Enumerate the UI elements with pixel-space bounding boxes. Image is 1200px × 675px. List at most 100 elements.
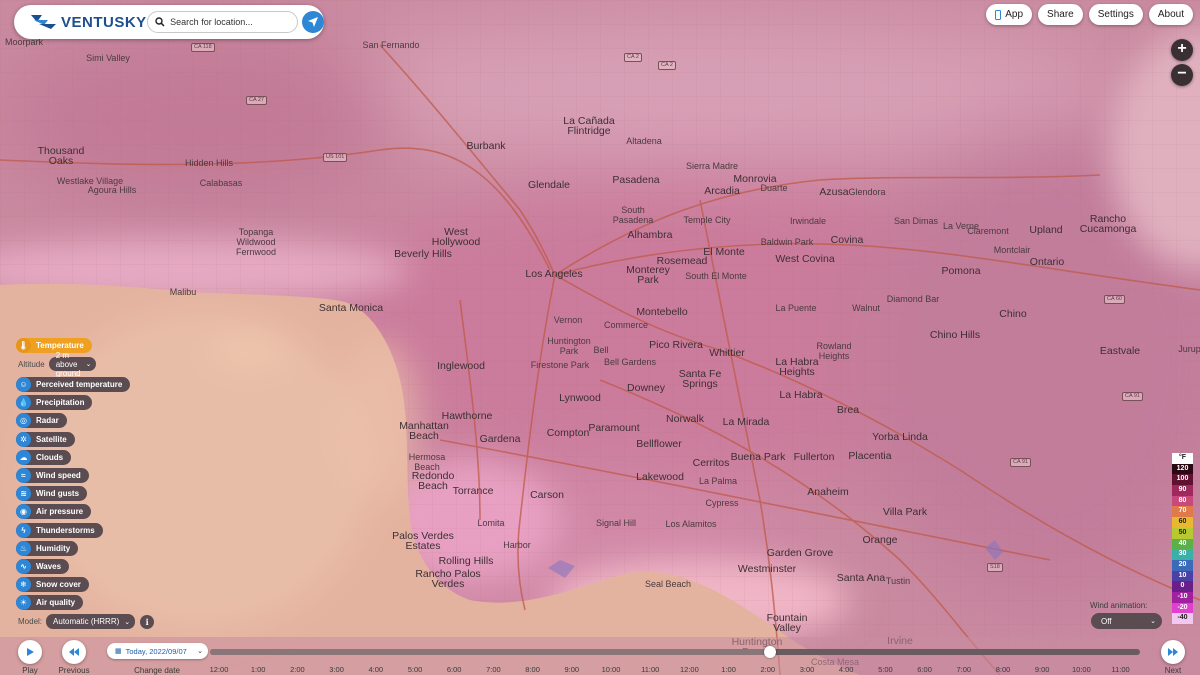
layer-precipitation[interactable]: 💧 Precipitation — [16, 395, 93, 411]
time-tick[interactable]: 12:00 — [210, 665, 229, 674]
layer-humidity[interactable]: ♨ Humidity — [16, 540, 79, 556]
chevron-down-icon: ⌄ — [124, 618, 131, 626]
time-slider-thumb[interactable] — [763, 646, 776, 658]
layer-snow-cover[interactable]: ❄ Snow cover — [16, 577, 89, 593]
map-place-label: La Habra — [779, 389, 823, 401]
layer-label: Air quality — [36, 598, 76, 608]
time-tick[interactable]: 6:00 — [447, 665, 462, 674]
layer-radar[interactable]: ◎ Radar — [16, 413, 67, 429]
time-tick[interactable]: 2:00 — [290, 665, 305, 674]
time-tick[interactable]: 5:00 — [878, 665, 893, 674]
altitude-select[interactable]: 2 m above ground ⌄ — [48, 351, 97, 378]
map-place-label: Altadena — [626, 136, 662, 146]
time-tick[interactable]: 12:00 — [680, 665, 699, 674]
layer-label: Thunderstorms — [36, 525, 95, 535]
zoom-in-button[interactable]: + — [1171, 39, 1193, 61]
map-place-label: Sierra Madre — [685, 161, 739, 171]
layer-clouds[interactable]: ☁ Clouds — [16, 449, 72, 465]
layer-air-pressure[interactable]: ◉ Air pressure — [16, 504, 92, 520]
time-slider-track[interactable] — [210, 649, 1140, 655]
date-value: Today, 2022/09/07 — [125, 646, 187, 656]
map-place-label: Los Alamitos — [665, 519, 717, 529]
time-tick[interactable]: 10:00 — [1072, 665, 1091, 674]
layer-label: Perceived temperature — [36, 380, 123, 389]
time-tick[interactable]: 11:00 — [1111, 665, 1129, 674]
time-slider-progress — [210, 649, 770, 655]
layer-icon: ◉ — [16, 504, 31, 520]
layer-wind-speed[interactable]: ≈ Wind speed — [16, 468, 89, 483]
time-tick[interactable]: 1:00 — [251, 665, 266, 674]
map-place-label: La Habra Heights — [775, 356, 819, 378]
layer-label: Clouds — [36, 452, 64, 462]
about-button[interactable]: About — [1148, 4, 1193, 25]
wind-animation-select[interactable]: Off ⌄ — [1091, 613, 1162, 629]
search-box[interactable] — [147, 11, 299, 33]
settings-button[interactable]: Settings — [1088, 4, 1143, 25]
info-button[interactable]: i — [140, 614, 155, 629]
time-tick[interactable]: 7:00 — [486, 665, 501, 674]
map-place-label: Fullerton — [793, 451, 835, 463]
time-tick[interactable]: 1:00 — [721, 665, 736, 674]
zoom-out-button[interactable]: − — [1171, 64, 1193, 86]
temperature-legend[interactable]: °F 120 100 90 80 70 60 50 40 30 20 10 0 -10 -20 -40 — [1172, 453, 1193, 624]
search-input[interactable] — [170, 17, 291, 27]
time-tick[interactable]: 9:00 — [564, 665, 579, 674]
previous-button[interactable] — [62, 640, 86, 664]
location-arrow-icon — [308, 17, 319, 27]
time-tick[interactable]: 2:00 — [760, 665, 775, 674]
time-tick[interactable]: 9:00 — [1035, 665, 1050, 674]
map-place-label: Topanga Wildwood Fernwood — [235, 227, 277, 257]
rewind-icon — [69, 648, 79, 656]
time-tick[interactable]: 11:00 — [641, 665, 659, 674]
layer-icon: ≋ — [16, 486, 31, 502]
time-tick[interactable]: 3:00 — [329, 665, 344, 674]
map-place-label: Thousand Oaks — [37, 145, 85, 167]
play-button[interactable] — [18, 640, 42, 664]
legend-step: 120 — [1172, 463, 1193, 475]
time-tick[interactable]: 6:00 — [917, 665, 932, 674]
play-icon — [27, 648, 34, 656]
date-picker[interactable]: ▦ Today, 2022/09/07 ⌄ — [107, 643, 208, 659]
time-tick[interactable]: 7:00 — [956, 665, 971, 674]
time-tick[interactable]: 8:00 — [996, 665, 1011, 674]
time-tick[interactable]: 5:00 — [408, 665, 423, 674]
model-select[interactable]: Automatic (HRRR) ⌄ — [46, 614, 136, 629]
app-button-label: App — [1005, 9, 1024, 20]
layer-air-quality[interactable]: ☀ Air quality — [16, 595, 84, 611]
map-place-label: La Cañada Flintridge — [563, 115, 615, 137]
time-tick[interactable]: 8:00 — [525, 665, 540, 674]
locate-button[interactable] — [302, 11, 324, 33]
map-place-label: Villa Park — [882, 506, 928, 518]
map-canvas[interactable]: Moorpark Simi Valley San Fernando Thousand … — [0, 0, 1200, 675]
map-place-label: Carson — [530, 489, 564, 501]
map-place-label: Rancho Cucamonga — [1079, 213, 1137, 235]
layer-satellite[interactable]: ✲ Satellite — [16, 431, 75, 447]
legend-step: 100 — [1172, 474, 1193, 486]
brand-name: VENTUSKY — [61, 13, 147, 31]
time-tick[interactable]: 4:00 — [839, 665, 854, 674]
map-place-label: Bell Gardens — [603, 357, 657, 367]
app-button[interactable]: App — [986, 4, 1033, 25]
ventusky-logo[interactable]: VENTUSKY — [30, 13, 147, 31]
layer-label: Precipitation — [36, 398, 85, 408]
map-place-label: South Pasadena — [612, 205, 654, 225]
map-place-label: Calabasas — [199, 178, 243, 188]
next-button[interactable] — [1161, 640, 1185, 664]
time-tick[interactable]: 3:00 — [800, 665, 815, 674]
legend-step: 70 — [1172, 506, 1193, 518]
map-place-label: Bell — [593, 345, 609, 355]
layer-perceived-temperature[interactable]: ☺ Perceived temperature — [16, 377, 131, 392]
time-tick[interactable]: 4:00 — [368, 665, 383, 674]
map-place-label: Buena Park — [730, 451, 786, 463]
layer-icon: ∿ — [16, 559, 31, 574]
map-place-label: Downey — [627, 382, 665, 394]
layer-waves[interactable]: ∿ Waves — [16, 559, 70, 574]
legend-step: 40 — [1172, 538, 1193, 550]
temperature-overlay — [0, 0, 1200, 675]
layer-thunderstorms[interactable]: ϟ Thunderstorms — [16, 522, 103, 538]
share-button[interactable]: Share — [1038, 4, 1083, 25]
time-tick[interactable]: 10:00 — [602, 665, 621, 674]
layer-label: Humidity — [36, 543, 71, 553]
layer-wind-gusts[interactable]: ≋ Wind gusts — [16, 486, 88, 502]
model-label: Model — [18, 617, 40, 626]
